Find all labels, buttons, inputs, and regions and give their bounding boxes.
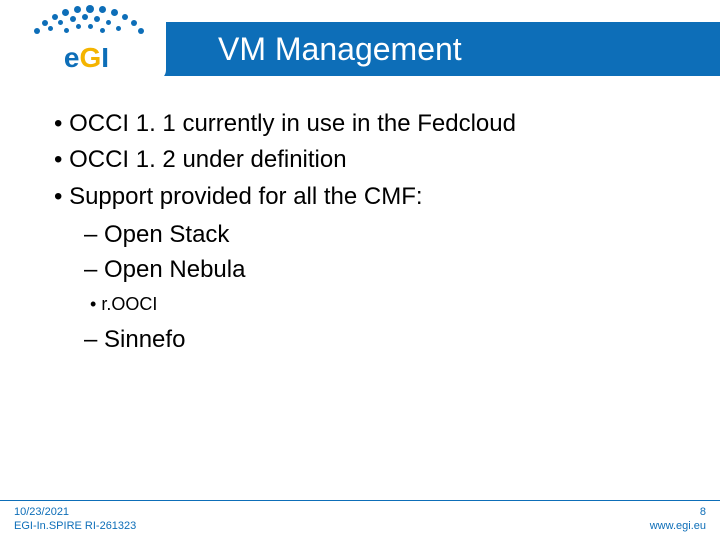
logo-letter-g: G xyxy=(80,42,101,74)
footer-date: 10/23/2021 xyxy=(14,506,136,520)
egi-logo: e G I xyxy=(6,2,166,80)
sub-bullet-item: Open Stack xyxy=(84,219,680,251)
logo-letter-i: I xyxy=(101,42,108,74)
title-bar: VM Management xyxy=(148,22,720,76)
footer-left: 10/23/2021 EGI-In.SPIRE RI-261323 xyxy=(14,506,136,534)
bullet-item: Support provided for all the CMF: xyxy=(54,181,680,213)
sub-bullet-list: Open Stack Open Nebula xyxy=(84,219,680,286)
bullet-list: OCCI 1. 1 currently in use in the Fedclo… xyxy=(54,108,680,213)
sub-bullet-item: Sinnefo xyxy=(84,324,680,356)
slide: VM Management e xyxy=(0,0,720,540)
footer-project: EGI-In.SPIRE RI-261323 xyxy=(14,520,136,534)
bullet-item: OCCI 1. 2 under definition xyxy=(54,144,680,176)
logo-text: e G I xyxy=(64,42,108,74)
footer-url: www.egi.eu xyxy=(650,520,706,534)
logo-dots-icon xyxy=(26,2,146,40)
logo-letter-e: e xyxy=(64,42,79,74)
sub-bullet-item: Open Nebula xyxy=(84,254,680,286)
bullet-item: OCCI 1. 1 currently in use in the Fedclo… xyxy=(54,108,680,140)
slide-footer: 10/23/2021 EGI-In.SPIRE RI-261323 8 www.… xyxy=(0,500,720,540)
slide-body: OCCI 1. 1 currently in use in the Fedclo… xyxy=(54,108,680,359)
footer-page-number: 8 xyxy=(650,506,706,520)
footer-right: 8 www.egi.eu xyxy=(650,506,706,534)
subsub-bullet-item: r.OOCI xyxy=(90,292,680,316)
sub-bullet-list: Sinnefo xyxy=(84,324,680,356)
subsub-bullet-list: r.OOCI xyxy=(90,292,680,316)
slide-title: VM Management xyxy=(218,31,462,68)
